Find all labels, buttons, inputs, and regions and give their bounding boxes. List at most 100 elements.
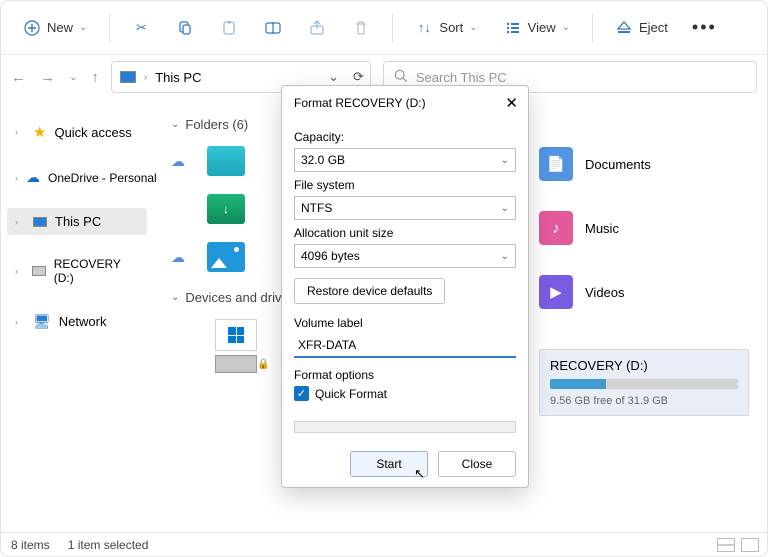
- share-button[interactable]: [298, 13, 336, 43]
- more-button[interactable]: •••: [684, 13, 725, 42]
- sync-icon: ☁: [171, 153, 187, 169]
- video-icon: ▶: [539, 275, 573, 309]
- recovery-drive-card[interactable]: RECOVERY (D:) 9.56 GB free of 31.9 GB: [539, 349, 749, 416]
- chevron-down-icon: ⌄: [171, 119, 179, 130]
- chevron-down-icon[interactable]: ⌄: [328, 69, 339, 85]
- tiles-view-button[interactable]: [741, 538, 759, 552]
- dialog-titlebar: Format RECOVERY (D:) ✕: [282, 86, 528, 120]
- alloc-select[interactable]: 4096 bytes ⌄: [294, 244, 516, 268]
- music-icon: ♪: [539, 211, 573, 245]
- view-button[interactable]: View ⌄: [494, 13, 580, 43]
- view-label: View: [528, 20, 556, 35]
- chevron-right-icon: ›: [15, 217, 25, 227]
- sidebar-label: Quick access: [54, 125, 131, 140]
- eject-label: Eject: [639, 20, 668, 35]
- divider: [392, 14, 393, 42]
- chevron-right-icon: ›: [15, 266, 24, 276]
- sidebar-label: RECOVERY (D:): [54, 257, 139, 285]
- chevron-right-icon: ›: [15, 317, 25, 327]
- chevron-right-icon: ›: [15, 173, 18, 183]
- sidebar-item-network[interactable]: › 🖥 Network: [7, 307, 147, 336]
- section-label: Folders (6): [185, 117, 248, 132]
- capacity-select[interactable]: 32.0 GB ⌄: [294, 148, 516, 172]
- scissors-icon: ✂: [132, 19, 150, 37]
- rename-icon: [264, 19, 282, 37]
- drive-icon: [32, 266, 45, 276]
- close-dialog-button[interactable]: Close: [438, 451, 516, 477]
- desktop-folder[interactable]: [207, 146, 245, 176]
- drive-capacity-bar: [550, 379, 738, 389]
- eject-icon: [615, 19, 633, 37]
- videos-folder[interactable]: ▶ Videos: [539, 275, 749, 309]
- share-icon: [308, 19, 326, 37]
- paste-icon: [220, 19, 238, 37]
- search-icon: [394, 69, 408, 86]
- volume-label-label: Volume label: [294, 316, 516, 330]
- music-folder[interactable]: ♪ Music: [539, 211, 749, 245]
- sidebar-label: This PC: [55, 214, 101, 229]
- chevron-right-icon: ›: [15, 127, 25, 137]
- dialog-title: Format RECOVERY (D:): [294, 96, 426, 110]
- local-disk-c[interactable]: [215, 319, 257, 351]
- documents-icon: 📄: [539, 147, 573, 181]
- sidebar-item-quick-access[interactable]: › ★ Quick access: [7, 117, 147, 147]
- pictures-folder[interactable]: [207, 242, 245, 272]
- chevron-down-icon: ⌄: [562, 22, 570, 33]
- pc-icon: [33, 217, 47, 227]
- refresh-button[interactable]: ⟳: [353, 69, 364, 85]
- paste-button[interactable]: [210, 13, 248, 43]
- new-button[interactable]: New ⌄: [13, 13, 97, 43]
- filesystem-select[interactable]: NTFS ⌄: [294, 196, 516, 220]
- checkbox-checked-icon: ✓: [294, 386, 309, 401]
- ssd-tile[interactable]: [215, 355, 257, 373]
- filesystem-label: File system: [294, 178, 516, 192]
- toolbar: New ⌄ ✂ ↑↓ Sort ⌄ View ⌄ Eject •••: [1, 1, 767, 55]
- divider: [592, 14, 593, 42]
- recent-button[interactable]: ⌄: [69, 72, 77, 83]
- sidebar-label: OneDrive - Personal: [48, 171, 157, 185]
- quick-format-label: Quick Format: [315, 387, 387, 401]
- restore-defaults-button[interactable]: Restore device defaults: [294, 278, 445, 304]
- chevron-down-icon: ⌄: [79, 22, 87, 33]
- delete-button[interactable]: [342, 13, 380, 43]
- sidebar-item-this-pc[interactable]: › This PC: [7, 208, 147, 235]
- rename-button[interactable]: [254, 13, 292, 43]
- sidebar: › ★ Quick access › ☁ OneDrive - Personal…: [1, 99, 153, 532]
- capacity-value: 32.0 GB: [301, 153, 345, 167]
- lock-icon: 🔒: [257, 359, 269, 370]
- up-button[interactable]: ↑: [91, 69, 99, 86]
- download-icon: ↓: [223, 202, 229, 216]
- close-button[interactable]: ✕: [505, 94, 518, 112]
- downloads-folder[interactable]: ↓: [207, 194, 245, 224]
- sidebar-item-recovery[interactable]: › RECOVERY (D:): [7, 251, 147, 291]
- sidebar-item-onedrive[interactable]: › ☁ OneDrive - Personal: [7, 163, 147, 192]
- chevron-down-icon: ⌄: [501, 155, 509, 166]
- quick-format-row[interactable]: ✓ Quick Format: [294, 386, 516, 401]
- copy-button[interactable]: [166, 13, 204, 43]
- volume-label-input[interactable]: [294, 334, 516, 358]
- item-label: Videos: [585, 285, 625, 300]
- cut-button[interactable]: ✂: [122, 13, 160, 43]
- sidebar-label: Network: [59, 314, 107, 329]
- forward-button[interactable]: →: [40, 69, 55, 86]
- sort-button[interactable]: ↑↓ Sort ⌄: [405, 13, 487, 43]
- chevron-down-icon: ⌄: [501, 251, 509, 262]
- trash-icon: [352, 19, 370, 37]
- item-label: Music: [585, 221, 619, 236]
- format-progress: [294, 421, 516, 433]
- copy-icon: [176, 19, 194, 37]
- network-icon: 🖥: [33, 313, 51, 330]
- breadcrumb-location: This PC: [155, 70, 201, 85]
- status-selected: 1 item selected: [68, 538, 149, 552]
- filesystem-value: NTFS: [301, 201, 332, 215]
- chevron-down-icon: ⌄: [171, 292, 179, 303]
- back-button[interactable]: ←: [11, 69, 26, 86]
- documents-folder[interactable]: 📄 Documents: [539, 147, 749, 181]
- cursor-icon: ↖: [414, 466, 425, 482]
- capacity-label: Capacity:: [294, 130, 516, 144]
- plus-icon: [23, 19, 41, 37]
- drive-name: RECOVERY (D:): [550, 358, 738, 373]
- right-panel: 📄 Documents ♪ Music ▶ Videos RECOVERY (D…: [539, 147, 749, 416]
- details-view-button[interactable]: [717, 538, 735, 552]
- eject-button[interactable]: Eject: [605, 13, 678, 43]
